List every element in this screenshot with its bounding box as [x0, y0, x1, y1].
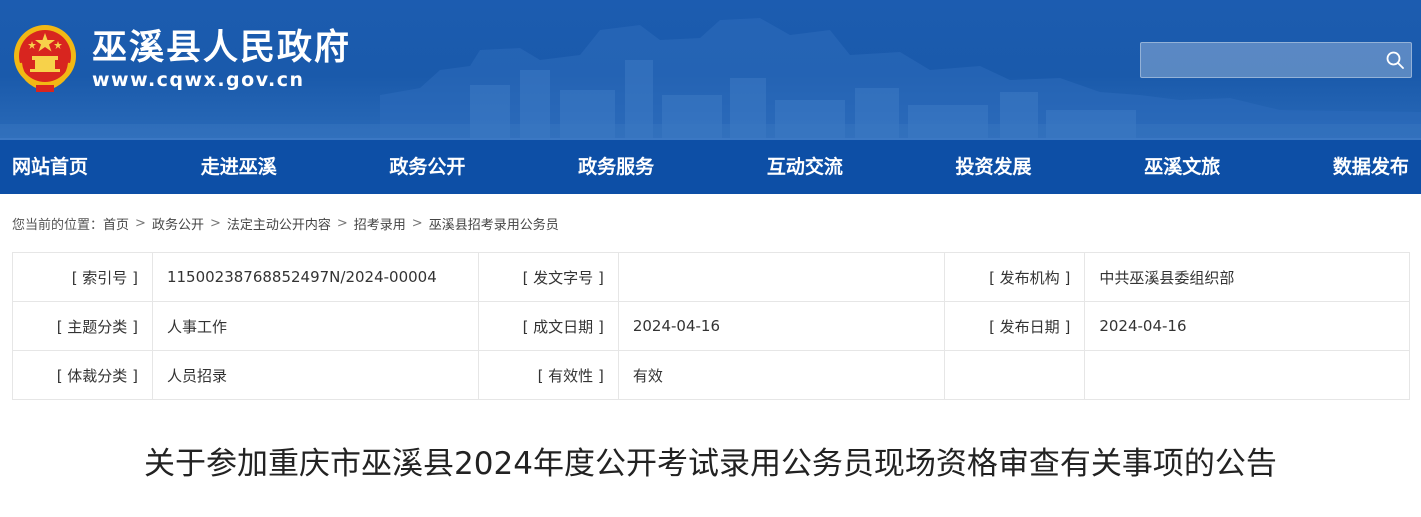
- national-emblem-logo: [14, 25, 76, 92]
- table-row: [ 主题分类 ] 人事工作 [ 成文日期 ] 2024-04-16 [ 发布日期…: [12, 301, 1410, 351]
- index-number-label: [ 索引号 ]: [12, 252, 153, 302]
- nav-item-investment[interactable]: 投资发展: [956, 139, 1032, 195]
- empty-value: [1084, 350, 1410, 400]
- genre-value: 人员招录: [151, 350, 479, 400]
- breadcrumb-separator: >: [209, 216, 221, 231]
- breadcrumb-prefix: 您当前的位置：: [12, 218, 104, 233]
- search-input[interactable]: [1141, 43, 1371, 77]
- nav-item-about-wuxi[interactable]: 走进巫溪: [201, 139, 277, 195]
- publish-date-label: [ 发布日期 ]: [944, 301, 1086, 351]
- search-icon[interactable]: [1385, 50, 1405, 70]
- site-header: 巫溪县人民政府 www.cqwx.gov.cn: [0, 0, 1421, 138]
- nav-item-culture-tourism[interactable]: 巫溪文旅: [1144, 139, 1220, 195]
- empty-label: [944, 350, 1086, 400]
- doc-number-label: [ 发文字号 ]: [477, 252, 619, 302]
- nav-item-gov-services[interactable]: 政务服务: [578, 139, 654, 195]
- breadcrumb-civil-servant-recruitment[interactable]: 巫溪县招考录用公务员: [429, 214, 559, 233]
- main-nav: 网站首页 走进巫溪 政务公开 政务服务 互动交流 投资发展 巫溪文旅 数据发布: [0, 138, 1421, 194]
- document-meta-table: [ 索引号 ] 11500238768852497N/2024-00004 [ …: [12, 252, 1410, 400]
- validity-label: [ 有效性 ]: [477, 350, 619, 400]
- publish-date-value: 2024-04-16: [1084, 301, 1410, 351]
- genre-label: [ 体裁分类 ]: [12, 350, 153, 400]
- breadcrumb-separator: >: [135, 216, 146, 231]
- doc-number-value: [617, 252, 946, 302]
- breadcrumb-separator: >: [411, 216, 423, 231]
- written-date-label: [ 成文日期 ]: [477, 301, 619, 351]
- table-row: [ 索引号 ] 11500238768852497N/2024-00004 [ …: [12, 252, 1410, 302]
- topic-label: [ 主题分类 ]: [12, 301, 153, 351]
- article-title: 关于参加重庆市巫溪县2024年度公开考试录用公务员现场资格审查有关事项的公告: [144, 446, 1277, 482]
- nav-item-interaction[interactable]: 互动交流: [767, 139, 843, 195]
- breadcrumb-separator: >: [336, 216, 348, 231]
- publisher-value: 中共巫溪县委组织部: [1084, 252, 1410, 302]
- breadcrumb-home[interactable]: 首页: [103, 214, 129, 233]
- nav-item-gov-affairs[interactable]: 政务公开: [389, 139, 465, 195]
- breadcrumb-recruitment[interactable]: 招考录用: [354, 214, 406, 233]
- search-box: [1140, 42, 1412, 78]
- breadcrumb-gov-affairs[interactable]: 政务公开: [152, 214, 204, 233]
- publisher-label: [ 发布机构 ]: [944, 252, 1086, 302]
- nav-item-home[interactable]: 网站首页: [12, 139, 88, 195]
- site-url: www.cqwx.gov.cn: [92, 69, 305, 91]
- table-row: [ 体裁分类 ] 人员招录 [ 有效性 ] 有效: [12, 350, 1410, 400]
- index-number-value: 11500238768852497N/2024-00004: [151, 252, 479, 302]
- breadcrumb-statutory-content[interactable]: 法定主动公开内容: [227, 214, 331, 233]
- breadcrumb: 您当前的位置： 首页 > 政务公开 > 法定主动公开内容 > 招考录用 > 巫溪…: [12, 214, 559, 233]
- site-title: 巫溪县人民政府: [92, 28, 352, 68]
- topic-value: 人事工作: [151, 301, 479, 351]
- nav-item-data-release[interactable]: 数据发布: [1333, 139, 1409, 195]
- validity-value: 有效: [617, 350, 946, 400]
- written-date-value: 2024-04-16: [617, 301, 946, 351]
